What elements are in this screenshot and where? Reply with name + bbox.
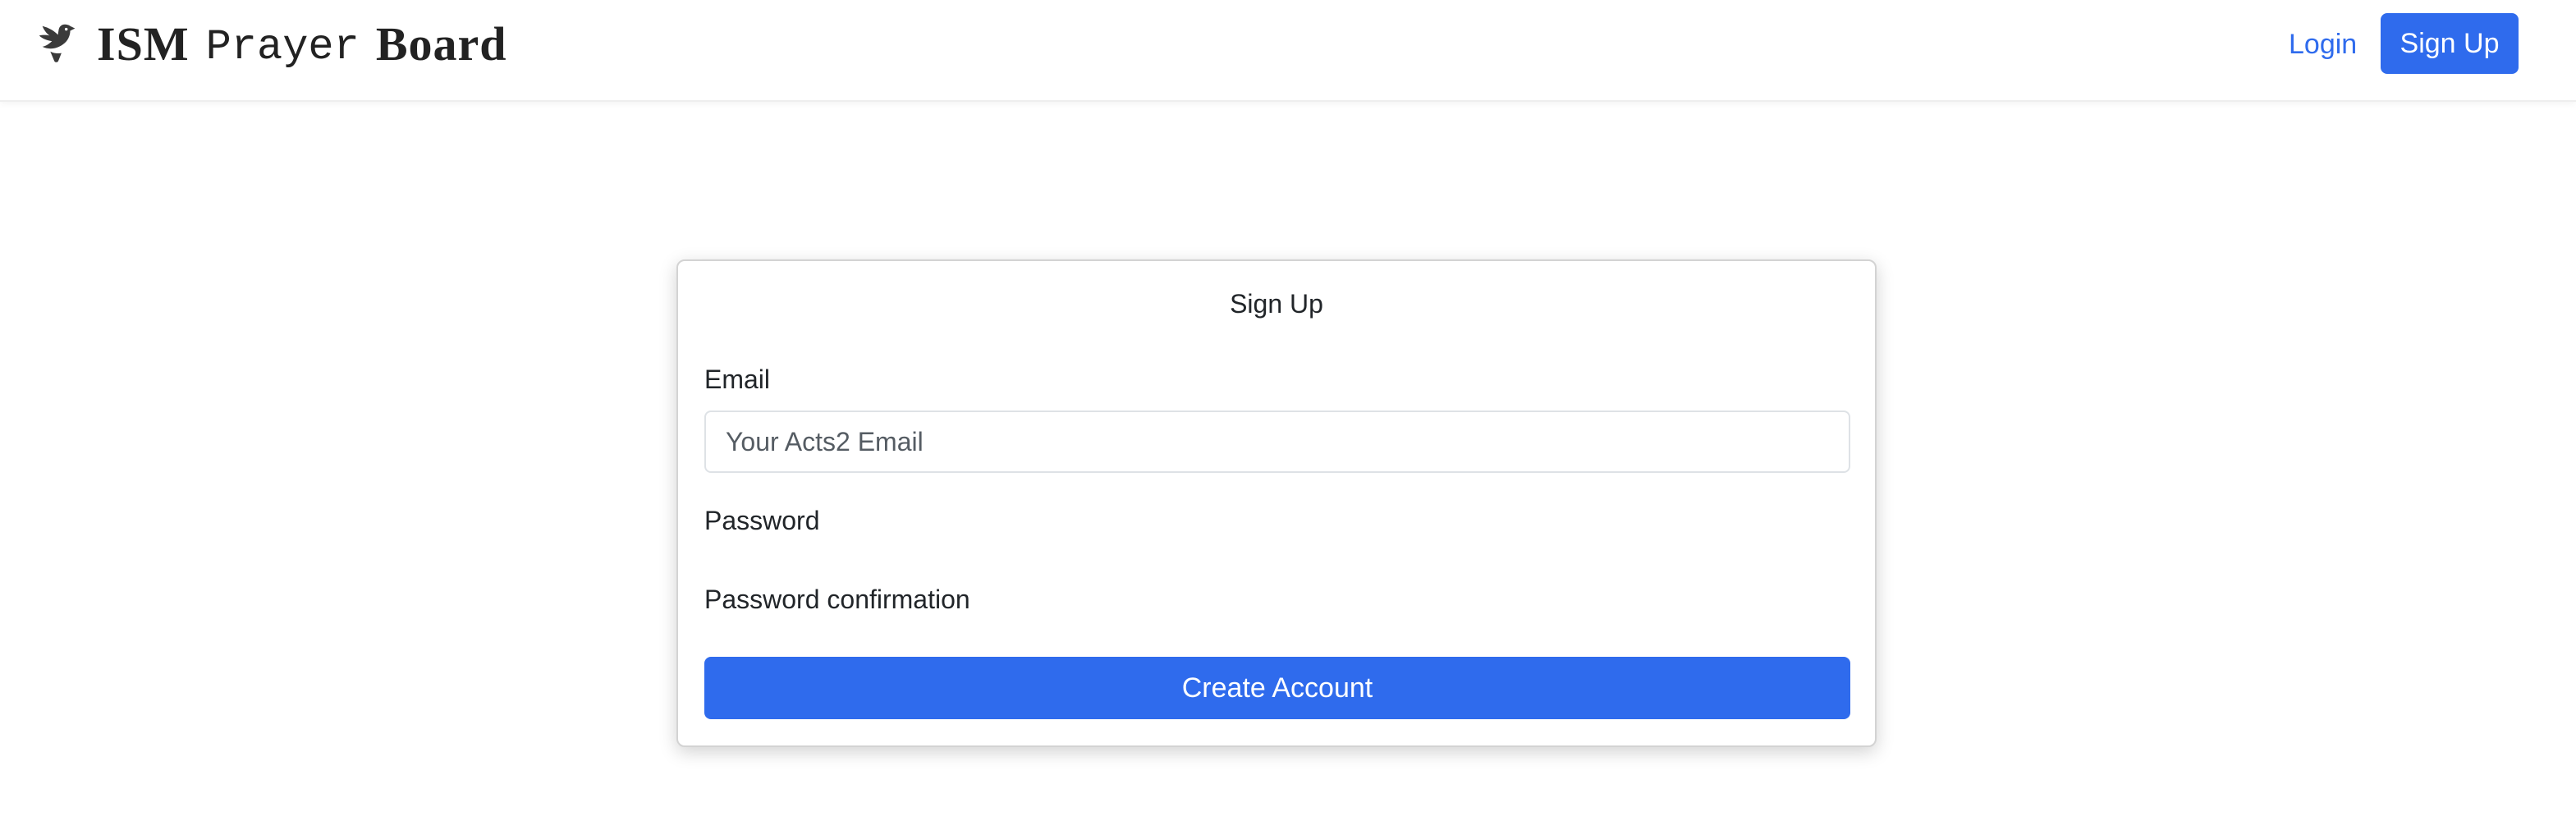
- login-link[interactable]: Login: [2289, 28, 2357, 61]
- brand-logo-link[interactable]: ISM Prayer Board: [33, 15, 507, 72]
- signup-nav-button[interactable]: Sign Up: [2381, 13, 2519, 74]
- dove-icon: [39, 24, 76, 62]
- password-label: Password: [704, 506, 820, 535]
- brand-word-board: Board: [375, 16, 507, 71]
- password-confirmation-label: Password confirmation: [704, 585, 970, 614]
- email-field[interactable]: [704, 410, 1850, 473]
- brand-word-prayer: Prayer: [205, 22, 360, 71]
- signup-card: Sign Up Email Password Password confirma…: [676, 259, 1877, 747]
- create-account-button[interactable]: Create Account: [704, 657, 1850, 719]
- brand-word-ism: ISM: [97, 16, 190, 71]
- email-label: Email: [704, 365, 771, 394]
- navbar: ISM Prayer Board Login Sign Up: [0, 0, 2576, 102]
- card-title: Sign Up: [1230, 289, 1323, 319]
